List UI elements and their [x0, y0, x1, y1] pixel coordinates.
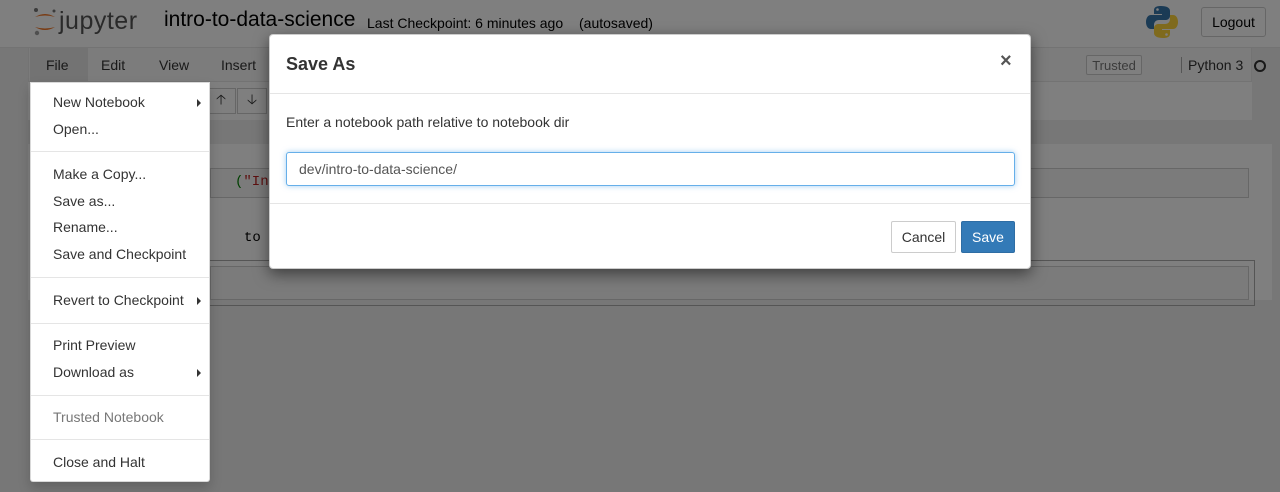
- file-dropdown-menu: New Notebook Open... Make a Copy... Save…: [30, 82, 210, 482]
- menu-item-revert-checkpoint[interactable]: Revert to Checkpoint: [53, 292, 201, 308]
- menu-item-open[interactable]: Open...: [53, 121, 99, 137]
- menu-divider: [31, 323, 209, 324]
- menu-item-new-notebook[interactable]: New Notebook: [53, 94, 201, 110]
- dialog-footer: Cancel Save: [270, 203, 1030, 269]
- menu-divider: [31, 395, 209, 396]
- dialog-header: Save As ×: [270, 35, 1030, 94]
- menu-item-save-checkpoint[interactable]: Save and Checkpoint: [53, 246, 186, 262]
- menu-item-print-preview[interactable]: Print Preview: [53, 337, 135, 353]
- submenu-caret-icon: [197, 297, 201, 305]
- menu-divider: [31, 151, 209, 152]
- close-icon[interactable]: ×: [1000, 51, 1012, 71]
- menu-item-close-halt[interactable]: Close and Halt: [53, 454, 145, 470]
- menu-divider: [31, 439, 209, 440]
- menu-item-make-copy[interactable]: Make a Copy...: [53, 166, 146, 182]
- menu-divider: [31, 277, 209, 278]
- save-as-dialog: Save As × Enter a notebook path relative…: [269, 34, 1031, 269]
- menu-item-download-as[interactable]: Download as: [53, 364, 201, 380]
- notebook-path-input[interactable]: [286, 152, 1015, 186]
- submenu-caret-icon: [197, 99, 201, 107]
- dialog-prompt-text: Enter a notebook path relative to notebo…: [286, 114, 570, 130]
- dialog-title: Save As: [286, 54, 356, 74]
- cancel-button[interactable]: Cancel: [891, 221, 956, 253]
- dialog-body: Enter a notebook path relative to notebo…: [270, 95, 1030, 203]
- submenu-caret-icon: [197, 369, 201, 377]
- save-button[interactable]: Save: [961, 221, 1015, 253]
- menu-item-save-as[interactable]: Save as...: [53, 193, 115, 209]
- menu-item-rename[interactable]: Rename...: [53, 219, 118, 235]
- menu-item-trusted-notebook: Trusted Notebook: [53, 409, 164, 425]
